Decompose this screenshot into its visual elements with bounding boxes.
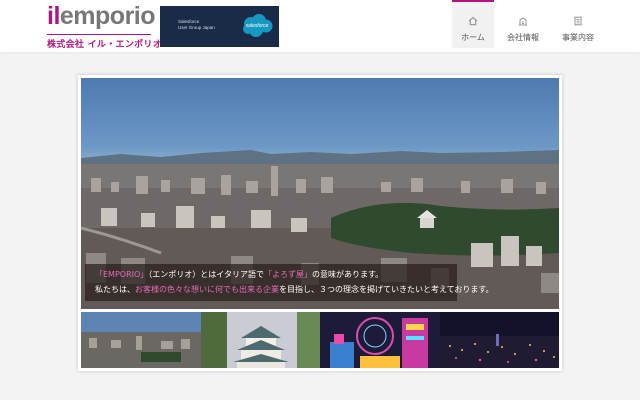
neon-ferris-wheel-thumb[interactable] [320,312,440,368]
city-night-thumb[interactable] [439,312,559,368]
main-nav: ホーム 会社情報 事業内容 [449,0,604,52]
nav-label-home: ホーム [461,33,485,42]
caption-emporio: 「EMPORIO」 [95,270,149,279]
hero-frame: 「EMPORIO」（エンポリオ）とはイタリア語で「よろず屋」の意味があります。 … [78,75,562,371]
caption-text: 私たちは、 [95,285,135,294]
city-daytime-thumb[interactable] [81,312,201,368]
site-header: ilemporio 株式会社 イル・エンポリオ Salesforce User … [0,0,640,52]
caption-text: （エンポリオ）とはイタリア語で [148,270,264,279]
company-logo[interactable]: ilemporio 株式会社 イル・エンポリオ [47,2,162,50]
caption-highlight: お客様の色々な想いに何でも出来る企業 [135,285,279,294]
thumbnail-strip [81,312,559,368]
logo-wordmark: ilemporio [47,2,156,30]
caption-line-1: 「EMPORIO」（エンポリオ）とはイタリア語で「よろず屋」の意味があります。 [95,269,383,280]
caption-line-2: 私たちは、お客様の色々な想いに何でも出来る企業を目指し、３つの理念を掲げていきた… [95,284,494,295]
nav-item-business[interactable]: 事業内容 [552,0,604,48]
salesforce-user-group-banner[interactable]: Salesforce User Group Japan salesforce [160,6,279,47]
building-icon [497,16,549,28]
banner-text: Salesforce User Group Japan [178,19,215,30]
salesforce-badge-text: salesforce [245,23,269,29]
logo-rule [47,34,151,35]
caption-text: の意味があります。 [311,270,384,279]
hero-slider-image[interactable]: 「EMPORIO」（エンポリオ）とはイタリア語で「よろず屋」の意味があります。 … [81,78,559,309]
logo-subtitle: 株式会社 イル・エンポリオ [47,40,163,50]
nav-label-company: 会社情報 [507,33,539,42]
nav-label-business: 事業内容 [562,33,594,42]
document-icon [552,16,604,28]
logo-prefix: il [47,2,60,30]
logo-name: emporio [59,2,156,30]
salesforce-cloud-icon: salesforce [240,12,274,40]
home-icon [452,16,494,28]
nagoya-castle-thumb[interactable] [200,312,320,368]
caption-text: を目指し、３つの理念を掲げていきたいと考えております。 [279,285,494,294]
nav-item-company[interactable]: 会社情報 [497,0,549,48]
nav-item-home[interactable]: ホーム [452,0,494,48]
caption-yorozuya: 「よろず屋」 [263,270,312,279]
hero-caption: 「EMPORIO」（エンポリオ）とはイタリア語で「よろず屋」の意味があります。 … [85,264,494,301]
